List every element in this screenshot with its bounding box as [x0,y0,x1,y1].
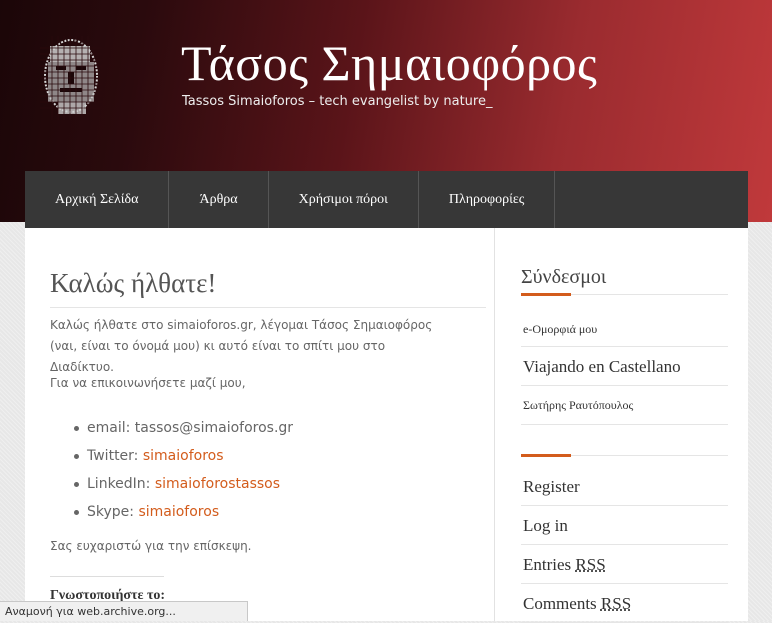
sidebar-link-item[interactable]: e-Ομορφιά μου [521,310,728,347]
nav-item-articles[interactable]: Άρθρα [169,171,269,228]
rss-abbr: RSS [575,555,606,574]
thanks-text: Σας ευχαριστώ για την επίσκεψη. [50,539,252,553]
browser-status-bar: Αναμονή για web.archive.org... [0,601,248,621]
nav-item-about[interactable]: Πληροφορίες [419,171,556,228]
share-divider [50,576,164,577]
links-widget-title: Σύνδεσμοι [521,266,607,288]
contact-intro: Για να επικοινωνήσετε μαζί μου, [50,376,246,390]
contact-email: email: tassos@simaioforos.gr [74,414,293,442]
nav-item-resources[interactable]: Χρήσιμοι πόροι [269,171,419,228]
site-title[interactable]: Τάσος Σημαιοφόρος [181,38,597,88]
widget-title-accent [521,293,571,296]
site-tagline: Tassos Simaioforos – tech evangelist by … [182,94,493,109]
twitter-link[interactable]: simaioforos [143,448,224,464]
page-title: Καλώς ήλθατε! [50,268,486,308]
intro-paragraph: Καλώς ήλθατε στο simaioforos.gr, λέγομαι… [50,318,433,374]
entries-rss-link[interactable]: Entries RSS [521,545,728,584]
main-content: Καλώς ήλθατε! Καλώς ήλθατε στο simaiofor… [50,228,495,621]
sidebar-divider [494,228,495,621]
comments-rss-link[interactable]: Comments RSS [521,584,728,623]
main-nav: Αρχική Σελίδα Άρθρα Χρήσιμοι πόροι Πληρο… [25,171,748,229]
rss-abbr: RSS [600,594,632,613]
contact-skype: Skype: simaioforos [74,498,293,526]
contact-twitter: Twitter: simaioforos [74,442,293,470]
meta-list: Register Log in Entries RSS Comments RSS [521,467,728,623]
contact-list: email: tassos@simaioforos.gr Twitter: si… [74,414,293,526]
links-list: e-Ομορφιά μου Viajando en Castellano Σωτ… [521,310,728,425]
skype-link[interactable]: simaioforos [138,504,219,520]
nav-item-home[interactable]: Αρχική Σελίδα [25,171,170,228]
linkedin-link[interactable]: simaioforostassos [155,476,280,492]
login-link[interactable]: Log in [521,506,728,545]
contact-linkedin: LinkedIn: simaioforostassos [74,470,293,498]
sidebar-link-item[interactable]: Σωτήρης Ραυτόπουλος [521,386,728,425]
meta-widget-accent [521,454,571,457]
register-link[interactable]: Register [521,467,728,506]
sidebar-link-item[interactable]: Viajando en Castellano [521,347,728,386]
pixel-portrait-logo-icon[interactable] [40,36,102,120]
content-area: Καλώς ήλθατε! Καλώς ήλθατε στο simaiofor… [25,228,748,623]
sidebar: Σύνδεσμοι e-Ομορφιά μου Viajando en Cast… [521,228,728,623]
